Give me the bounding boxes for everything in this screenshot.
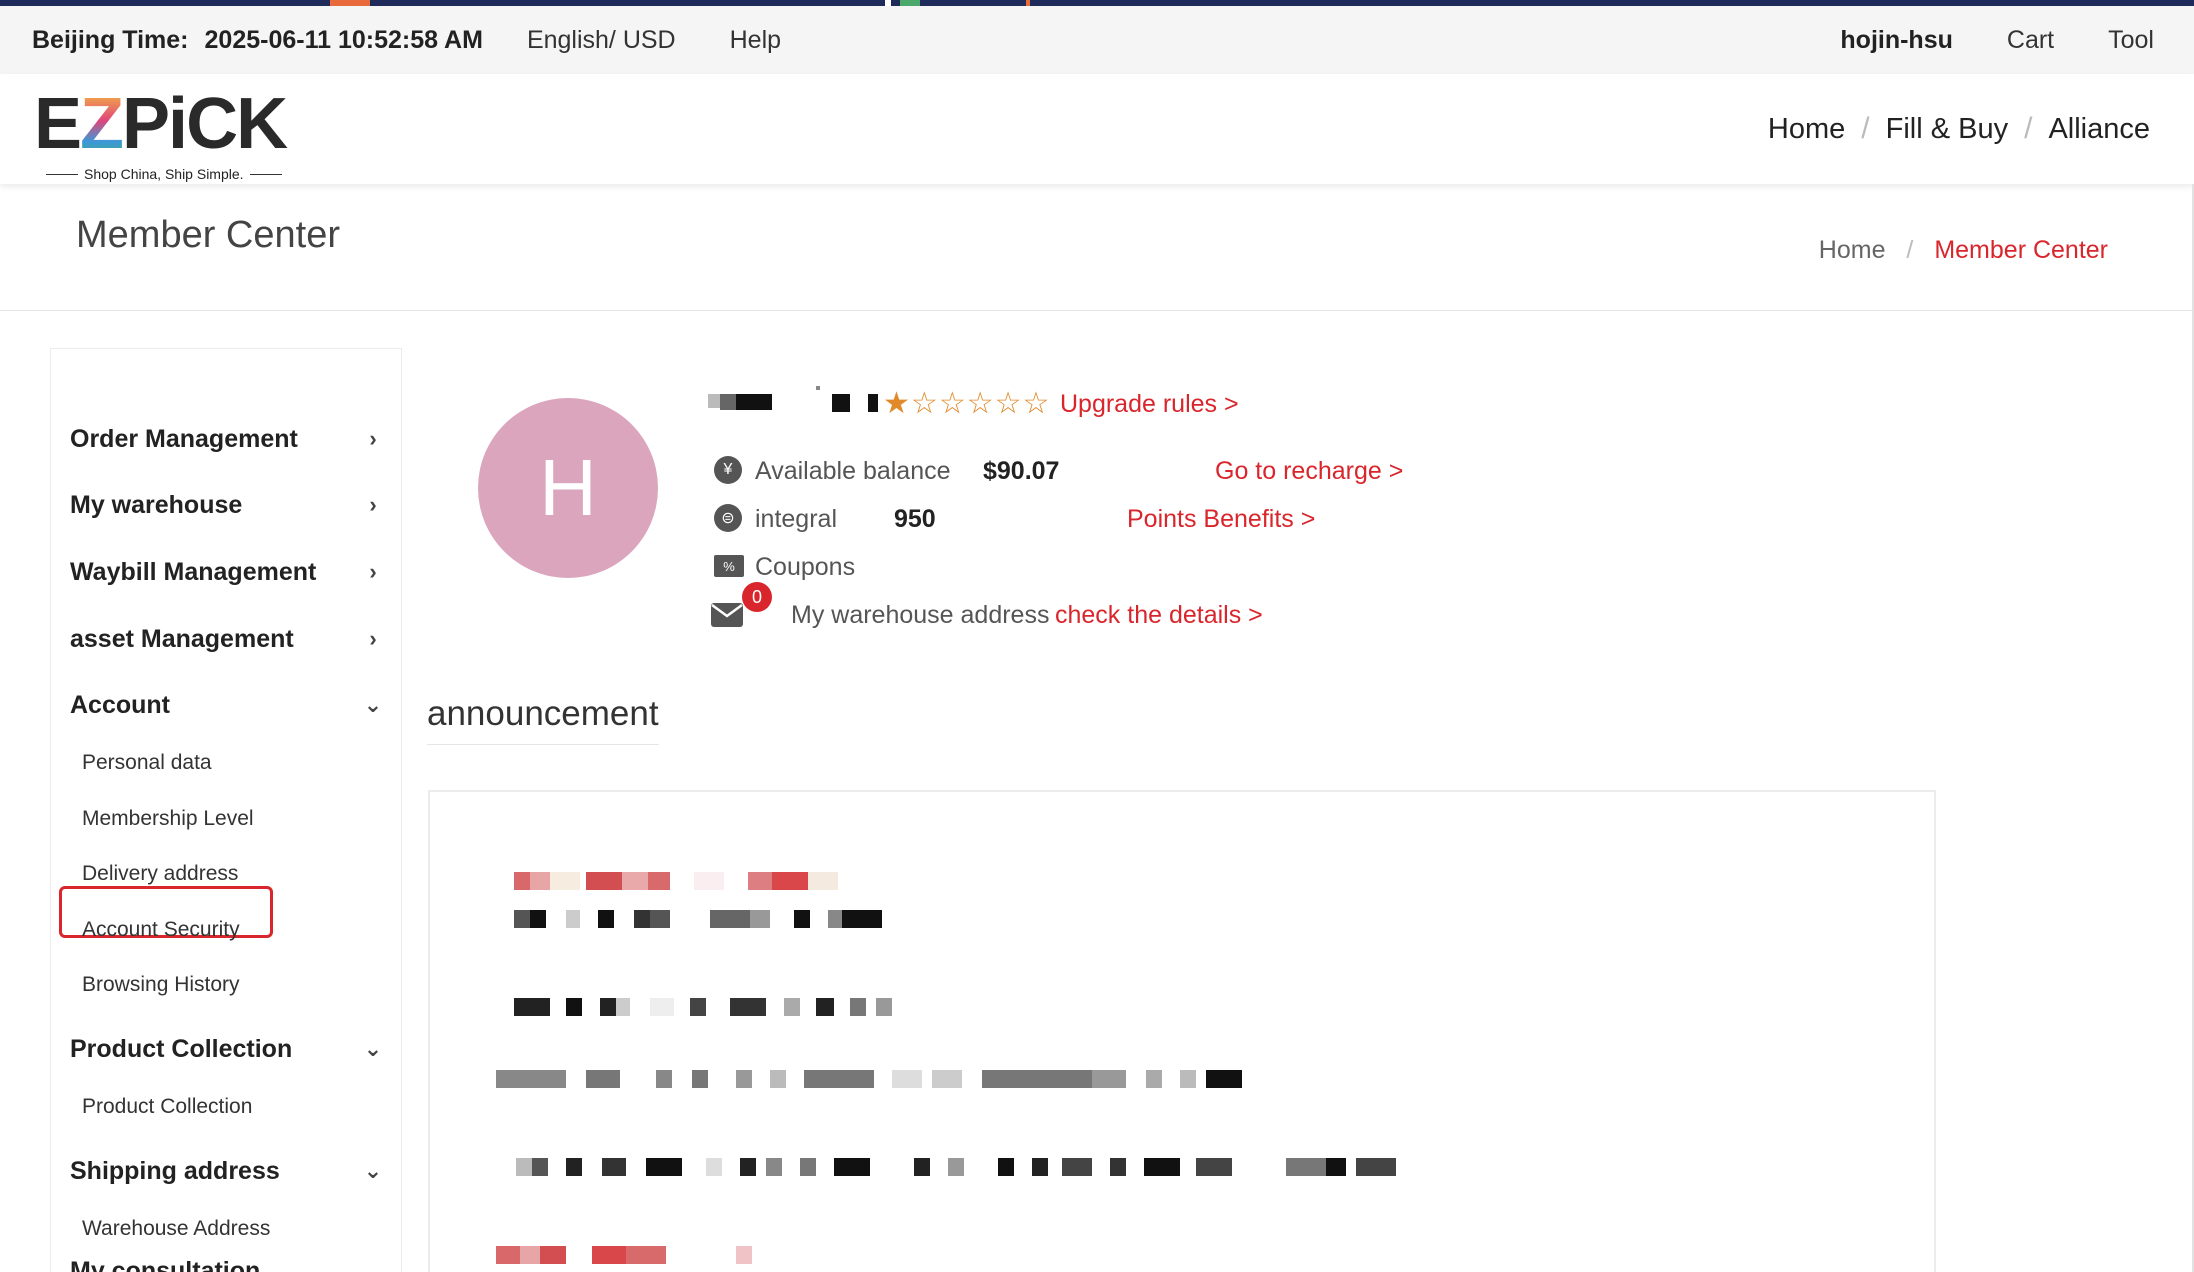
beijing-time-value: 2025-06-11 10:52:58 AM xyxy=(204,25,483,54)
sidebar-group-label: Order Management xyxy=(70,424,298,453)
breadcrumb-current: Member Center xyxy=(1934,236,2108,264)
chevron-right-icon: › xyxy=(369,626,377,651)
nav-separator: / xyxy=(1861,112,1870,145)
sidebar-group-label: Shipping address xyxy=(70,1156,280,1185)
chevron-down-icon: ⌄ xyxy=(363,1036,383,1061)
balance-value: $90.07 xyxy=(983,457,1060,485)
page-header: Member Center Home / Member Center xyxy=(0,184,2194,311)
sidebar-item-membership-level[interactable]: Membership Level xyxy=(82,802,254,836)
integral-label: integral xyxy=(755,505,837,533)
cart-link[interactable]: Cart xyxy=(2007,26,2054,55)
redacted-text-line xyxy=(496,1246,836,1264)
redacted-text-line xyxy=(514,910,934,928)
star-empty-icon: ☆ xyxy=(938,387,967,420)
topbar-right-links: hojin-hsu Cart Tool xyxy=(1840,6,2154,74)
ezpick-logo[interactable]: E Z P i C K Shop China, Ship Simple. xyxy=(34,88,298,182)
sidebar-group-product-collection[interactable]: Product Collection ⌄ xyxy=(51,1029,401,1069)
redacted-text-line xyxy=(496,1158,1616,1176)
tagline-text: Shop China, Ship Simple. xyxy=(84,166,244,182)
redacted-text-line xyxy=(514,998,934,1016)
nav-separator: / xyxy=(2024,112,2033,145)
sidebar-group-my-warehouse[interactable]: My warehouse › xyxy=(51,485,401,525)
member-info-panel: ★☆☆☆☆☆ Upgrade rules > ¥ Available balan… xyxy=(708,380,1608,640)
star-empty-icon: ☆ xyxy=(994,387,1023,420)
coin-icon: ⊜ xyxy=(714,504,742,532)
sidebar-item-browsing-history[interactable]: Browsing History xyxy=(82,968,240,1002)
tagline-rule xyxy=(46,173,78,175)
tool-link[interactable]: Tool xyxy=(2108,26,2154,55)
nav-alliance[interactable]: Alliance xyxy=(2048,113,2150,146)
nav-home[interactable]: Home xyxy=(1768,113,1845,146)
logo-letter: E xyxy=(34,84,82,164)
main-navigation: Home / Fill & Buy / Alliance xyxy=(1768,74,2150,184)
tagline-rule xyxy=(249,173,282,175)
star-filled-icon: ★ xyxy=(883,387,911,420)
chevron-right-icon: › xyxy=(369,559,377,584)
logo-tagline: Shop China, Ship Simple. xyxy=(40,166,288,182)
star-empty-icon: ☆ xyxy=(966,387,995,420)
page-title: Member Center xyxy=(76,214,340,256)
points-benefits-link[interactable]: Points Benefits > xyxy=(1127,505,1315,534)
sidebar-group-label: Waybill Management xyxy=(70,557,317,586)
balance-label: Available balance xyxy=(755,457,951,485)
chevron-down-icon: ⌄ xyxy=(363,1158,383,1183)
redacted-text-line xyxy=(496,1070,1356,1088)
member-sidebar: Order Management › My warehouse › Waybil… xyxy=(50,348,402,1272)
redacted-text-line xyxy=(514,872,914,890)
username-link[interactable]: hojin-hsu xyxy=(1840,26,1952,55)
avatar-letter: H xyxy=(539,443,597,532)
nav-fill-and-buy[interactable]: Fill & Buy xyxy=(1886,113,2008,146)
sidebar-group-label: asset Management xyxy=(70,624,294,653)
announcement-content-box xyxy=(428,790,1936,1272)
star-empty-icon: ☆ xyxy=(910,387,939,420)
breadcrumb: Home / Member Center xyxy=(1819,236,2108,265)
sidebar-group-account[interactable]: Account ⌄ xyxy=(51,685,401,725)
help-link[interactable]: Help xyxy=(730,26,781,55)
upgrade-rules-link[interactable]: Upgrade rules > xyxy=(1060,390,1239,419)
logo-letter: i xyxy=(168,84,188,164)
language-currency-selector[interactable]: English/ USD xyxy=(527,26,676,55)
message-count-badge: 0 xyxy=(742,582,772,612)
sidebar-item-product-collection[interactable]: Product Collection xyxy=(82,1090,252,1124)
sidebar-group-order-management[interactable]: Order Management › xyxy=(51,419,401,459)
logo-letter: K xyxy=(236,84,288,164)
star-empty-icon: ☆ xyxy=(1022,387,1051,420)
warehouse-address-label: My warehouse address xyxy=(791,601,1050,629)
chevron-down-icon: ⌄ xyxy=(363,1258,383,1272)
beijing-time-label: Beijing Time: xyxy=(32,25,189,54)
sidebar-group-label: Account xyxy=(70,690,170,719)
avatar[interactable]: H xyxy=(478,398,658,578)
envelope-icon[interactable] xyxy=(710,602,744,628)
announcement-title: announcement xyxy=(427,694,659,745)
breadcrumb-separator: / xyxy=(1906,236,1914,264)
logo-letter: C xyxy=(186,84,238,164)
sidebar-group-waybill-management[interactable]: Waybill Management › xyxy=(51,552,401,592)
sidebar-group-my-consultation[interactable]: My consultation ⌄ xyxy=(51,1251,401,1272)
logo-letter: P xyxy=(122,84,170,164)
chevron-down-icon: ⌄ xyxy=(363,692,383,717)
recharge-link[interactable]: Go to recharge > xyxy=(1215,457,1403,486)
sidebar-group-shipping-address[interactable]: Shipping address ⌄ xyxy=(51,1151,401,1191)
chevron-right-icon: › xyxy=(369,426,377,451)
logo-wordmark: E Z P i C K xyxy=(34,88,298,160)
sidebar-group-label: My consultation xyxy=(70,1256,261,1272)
money-bag-icon: ¥ xyxy=(714,456,742,484)
sidebar-item-personal-data[interactable]: Personal data xyxy=(82,746,212,780)
warehouse-details-link[interactable]: check the details > xyxy=(1055,601,1263,630)
sidebar-item-account-security[interactable]: Account Security xyxy=(82,913,240,947)
sidebar-group-label: My warehouse xyxy=(70,490,243,519)
member-star-rating: ★☆☆☆☆☆ xyxy=(883,388,1050,420)
sidebar-item-warehouse-address[interactable]: Warehouse Address xyxy=(82,1212,270,1246)
top-utility-bar: Beijing Time: 2025-06-11 10:52:58 AM Eng… xyxy=(0,6,2194,74)
integral-value: 950 xyxy=(894,505,936,533)
logo-letter: Z xyxy=(80,84,124,164)
coupon-icon: % xyxy=(714,555,744,577)
chevron-right-icon: › xyxy=(369,492,377,517)
sidebar-group-label: Product Collection xyxy=(70,1034,293,1063)
sidebar-group-asset-management[interactable]: asset Management › xyxy=(51,619,401,659)
breadcrumb-home[interactable]: Home xyxy=(1819,236,1886,264)
site-header: E Z P i C K Shop China, Ship Simple. Hom… xyxy=(0,74,2194,184)
coupons-label[interactable]: Coupons xyxy=(755,553,855,582)
